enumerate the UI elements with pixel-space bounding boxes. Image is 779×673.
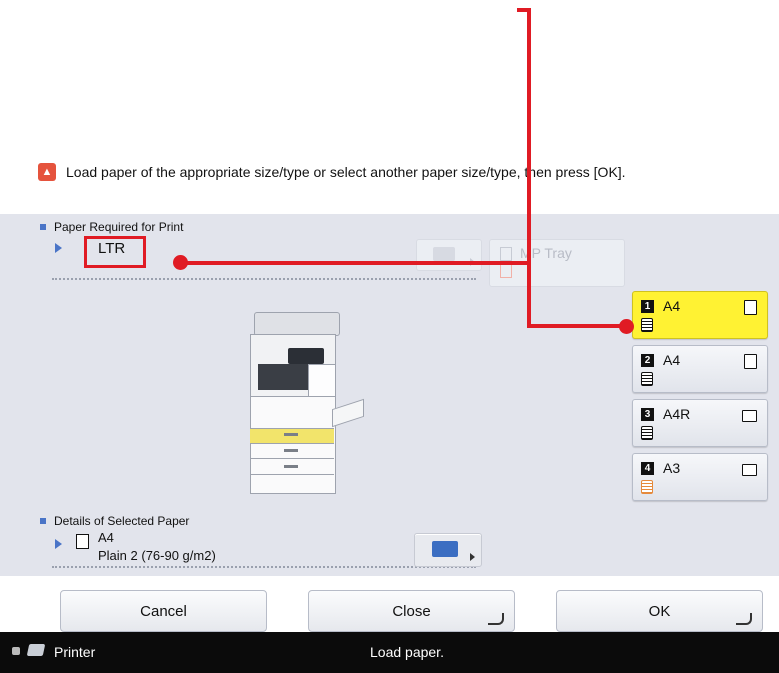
paper-settings-button[interactable] — [414, 533, 482, 567]
bullet-icon — [40, 518, 46, 524]
drawer-paper-size: A3 — [663, 460, 681, 476]
cancel-button[interactable]: Cancel — [60, 590, 267, 632]
paper-settings-icon — [433, 247, 455, 261]
return-icon — [488, 613, 504, 625]
details-heading: Details of Selected Paper — [40, 514, 189, 528]
tray-paper-icon — [500, 264, 512, 278]
annotation-line-to-drawer — [527, 324, 631, 328]
status-message: Load paper. — [370, 644, 444, 660]
chevron-right-icon — [470, 553, 475, 561]
instruction-message: ▲ Load paper of the appropriate size/typ… — [38, 163, 626, 181]
paper-source-drawer-2[interactable]: 2 A4 — [632, 345, 768, 393]
paper-stack-icon — [641, 480, 653, 494]
paper-warning-icon: ▲ — [38, 163, 56, 181]
annotation-dot — [173, 255, 188, 270]
paper-required-heading: Paper Required for Print — [40, 220, 183, 234]
drawer-number-icon: 3 — [641, 408, 654, 421]
tray-stack-icon — [500, 247, 512, 261]
close-button[interactable]: Close — [308, 590, 515, 632]
paper-source-drawer-3[interactable]: 3 A4R — [632, 399, 768, 447]
portrait-paper-icon — [76, 534, 89, 549]
return-icon — [736, 613, 752, 625]
details-label: Details of Selected Paper — [54, 514, 190, 528]
portrait-paper-icon — [744, 300, 757, 315]
details-size: A4 — [98, 530, 114, 545]
ok-button[interactable]: OK — [556, 590, 763, 632]
landscape-paper-icon — [742, 410, 757, 422]
lock-icon — [12, 647, 20, 655]
arrow-icon — [55, 240, 62, 258]
paper-required-label: Paper Required for Print — [54, 220, 184, 234]
paper-stack-icon — [641, 426, 653, 440]
paper-settings-button-disabled[interactable] — [416, 239, 482, 271]
paper-source-drawer-1[interactable]: 1 A4 — [632, 291, 768, 339]
drawer-paper-size: A4 — [663, 298, 681, 314]
drawer-number-icon: 4 — [641, 462, 654, 475]
paper-stack-icon — [641, 372, 653, 386]
drawer-number-icon: 2 — [641, 354, 654, 367]
arrow-icon — [55, 536, 62, 554]
printer-illustration — [244, 312, 364, 494]
divider — [52, 278, 476, 280]
status-app-name: Printer — [54, 644, 96, 660]
paper-source-drawer-4[interactable]: 4 A3 — [632, 453, 768, 501]
close-button-label: Close — [392, 602, 431, 620]
portrait-paper-icon — [744, 354, 757, 369]
annotation-line-top — [517, 8, 531, 12]
details-type: Plain 2 (76-90 g/m2) — [98, 548, 216, 563]
bullet-icon — [40, 224, 46, 230]
annotation-line-horizontal — [178, 261, 530, 265]
paper-stack-icon — [641, 318, 653, 332]
ok-button-label: OK — [648, 602, 671, 620]
cancel-button-label: Cancel — [140, 602, 187, 620]
drawer-paper-size: A4 — [663, 352, 681, 368]
annotation-dot — [619, 319, 634, 334]
instruction-text: Load paper of the appropriate size/type … — [66, 164, 626, 180]
divider — [52, 566, 476, 568]
drawer-number-icon: 1 — [641, 300, 654, 313]
drawer-paper-size: A4R — [663, 406, 691, 422]
paper-settings-icon — [432, 541, 458, 557]
status-bar: Printer Load paper. — [0, 632, 779, 673]
printer-icon — [26, 644, 46, 656]
annotation-line-vertical — [527, 8, 531, 328]
paper-required-value: LTR — [98, 240, 126, 257]
landscape-paper-icon — [742, 464, 757, 476]
